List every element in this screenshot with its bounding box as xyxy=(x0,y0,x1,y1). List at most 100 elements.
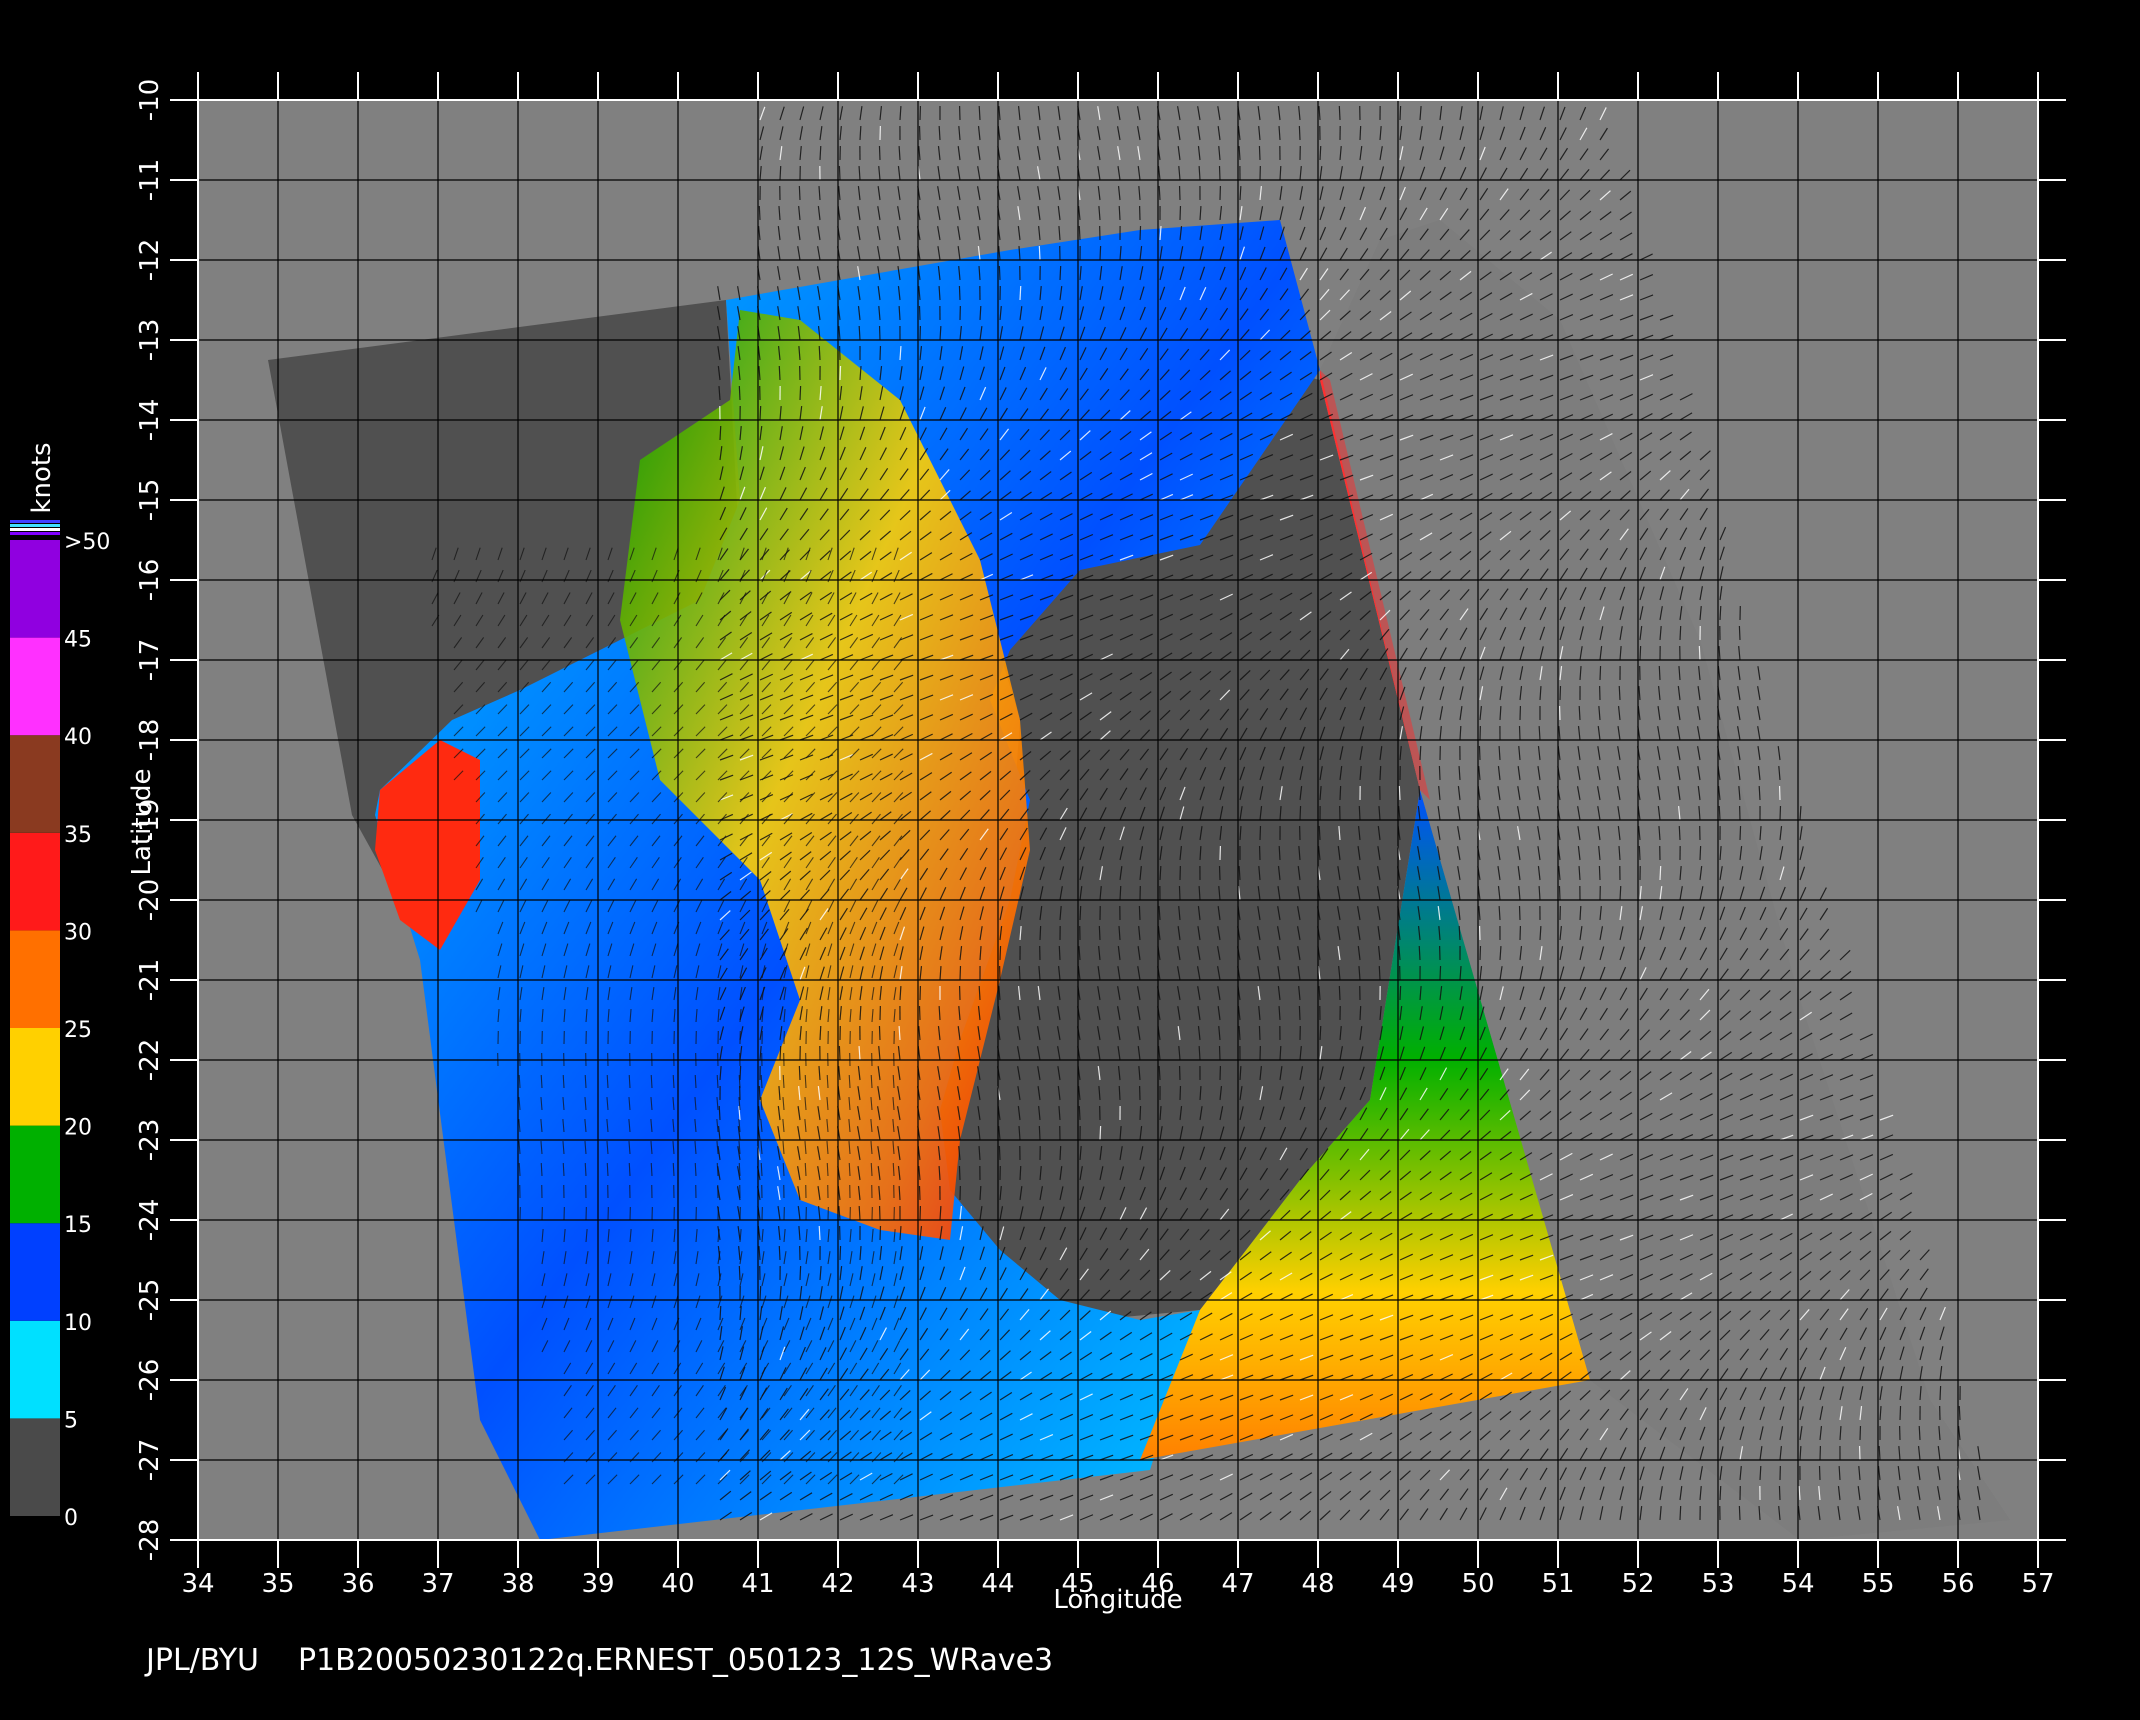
wind-barb xyxy=(1758,785,1761,801)
wind-barb xyxy=(1438,765,1441,781)
wind-barb xyxy=(758,1085,761,1101)
wind-barb xyxy=(759,405,762,421)
wind-barb xyxy=(628,1162,631,1177)
wind-barb xyxy=(1119,885,1122,901)
wind-barb xyxy=(870,1074,873,1089)
wind-barb xyxy=(858,325,861,341)
wind-barb xyxy=(1739,825,1742,841)
wind-barb xyxy=(998,265,1001,281)
wind-barb xyxy=(1878,1445,1881,1461)
wind-barb xyxy=(540,1162,543,1177)
wind-barb xyxy=(672,1162,675,1177)
wind-barb xyxy=(1599,665,1602,681)
wind-barb xyxy=(999,945,1002,961)
colorbar-unit: knots xyxy=(27,442,57,513)
wind-barb xyxy=(848,1162,851,1177)
wind-barb xyxy=(1399,985,1402,1001)
wind-barb xyxy=(672,1074,675,1089)
wind-barb xyxy=(1118,1085,1121,1101)
wind-barb xyxy=(738,385,741,401)
lat-tick-label: -27 xyxy=(135,1439,165,1481)
colorbar-band xyxy=(10,637,60,736)
wind-barb xyxy=(1379,765,1382,781)
wind-barb xyxy=(694,1074,697,1089)
lon-tick-label: 52 xyxy=(1621,1569,1654,1599)
wind-barb xyxy=(1338,985,1341,1001)
wind-barb xyxy=(818,1225,821,1241)
wind-barb xyxy=(1019,285,1022,301)
wind-barb xyxy=(826,1074,829,1089)
x-axis-label: Longitude xyxy=(1053,1585,1182,1615)
wind-barb xyxy=(1899,1405,1902,1421)
wind-barb xyxy=(1058,945,1061,961)
colorbar-band xyxy=(10,930,60,1028)
wind-barb xyxy=(1318,825,1321,841)
lon-tick-label: 54 xyxy=(1781,1569,1814,1599)
wind-barb xyxy=(562,1162,565,1177)
colorbar-label: 0 xyxy=(64,1506,78,1531)
wind-barb xyxy=(938,125,941,141)
wind-barb xyxy=(1419,745,1422,761)
lon-tick-label: 35 xyxy=(261,1569,294,1599)
wind-barb xyxy=(1078,225,1081,241)
wind-barb xyxy=(1139,225,1142,241)
lat-tick-label: -13 xyxy=(135,319,165,361)
wind-barb xyxy=(1619,885,1622,901)
colorbar-band xyxy=(10,1028,60,1126)
wind-barb xyxy=(738,1074,741,1089)
wind-barb xyxy=(799,385,802,401)
wind-barb xyxy=(1659,865,1662,881)
wind-barb xyxy=(892,1074,895,1089)
colorbar-band xyxy=(10,832,60,931)
wind-barb xyxy=(1339,785,1342,801)
wind-barb xyxy=(778,1245,781,1261)
lon-tick-label: 40 xyxy=(661,1569,694,1599)
wind-barb xyxy=(760,1074,763,1089)
wind-barb xyxy=(838,1045,841,1061)
wind-barb xyxy=(782,1074,785,1089)
wind-barb xyxy=(738,1265,741,1281)
wind-barb xyxy=(1738,1505,1741,1521)
wind-barb xyxy=(1439,965,1442,981)
wind-barb xyxy=(878,1025,881,1041)
wind-barb xyxy=(870,1162,873,1177)
lon-tick-label: 47 xyxy=(1221,1569,1254,1599)
wind-barb xyxy=(1298,125,1301,141)
wind-barb xyxy=(818,345,821,361)
wind-barb xyxy=(1718,805,1721,821)
wind-barb xyxy=(518,1074,521,1089)
lat-tick-label: -22 xyxy=(135,1039,165,1081)
wind-barb xyxy=(1759,1465,1762,1481)
wind-barb xyxy=(878,145,881,161)
lat-tick-label: -25 xyxy=(135,1279,165,1321)
wind-barb xyxy=(1678,825,1681,841)
lon-tick-label: 39 xyxy=(581,1569,614,1599)
wind-barb xyxy=(1579,905,1582,921)
lat-tick-label: -10 xyxy=(135,79,165,121)
wind-barb xyxy=(1118,205,1121,221)
wind-barb xyxy=(848,1074,851,1089)
wind-barb xyxy=(804,1162,807,1177)
wind-barb xyxy=(1818,1465,1821,1481)
lat-tick-label: -28 xyxy=(135,1519,165,1561)
colorbar-label: 5 xyxy=(64,1408,78,1433)
wind-barb xyxy=(918,305,921,321)
wind-barb xyxy=(1079,905,1082,921)
wind-barb xyxy=(718,1105,721,1121)
wind-barb xyxy=(779,165,782,181)
wind-barb xyxy=(758,205,761,221)
wind-barb xyxy=(1279,1045,1282,1061)
colorbar-band xyxy=(10,540,60,638)
wind-barb xyxy=(518,1162,521,1177)
y-axis-label: Latitude xyxy=(127,768,157,875)
colorbar-band xyxy=(10,1223,60,1321)
colorbar-overflow-stripe xyxy=(10,528,60,531)
wind-barb xyxy=(1338,105,1341,121)
wind-map-figure: 34 35 36 37 38 39 40 41 42 43 44 45 46 47 48 49 50 51 52 53… xyxy=(10,72,2066,1678)
wind-barb xyxy=(798,1065,801,1081)
wind-barb xyxy=(584,1074,587,1089)
wind-barb xyxy=(628,1074,631,1089)
wind-barb xyxy=(1738,625,1741,641)
lon-tick-label: 44 xyxy=(981,1569,1014,1599)
wind-barb xyxy=(1359,1005,1362,1021)
